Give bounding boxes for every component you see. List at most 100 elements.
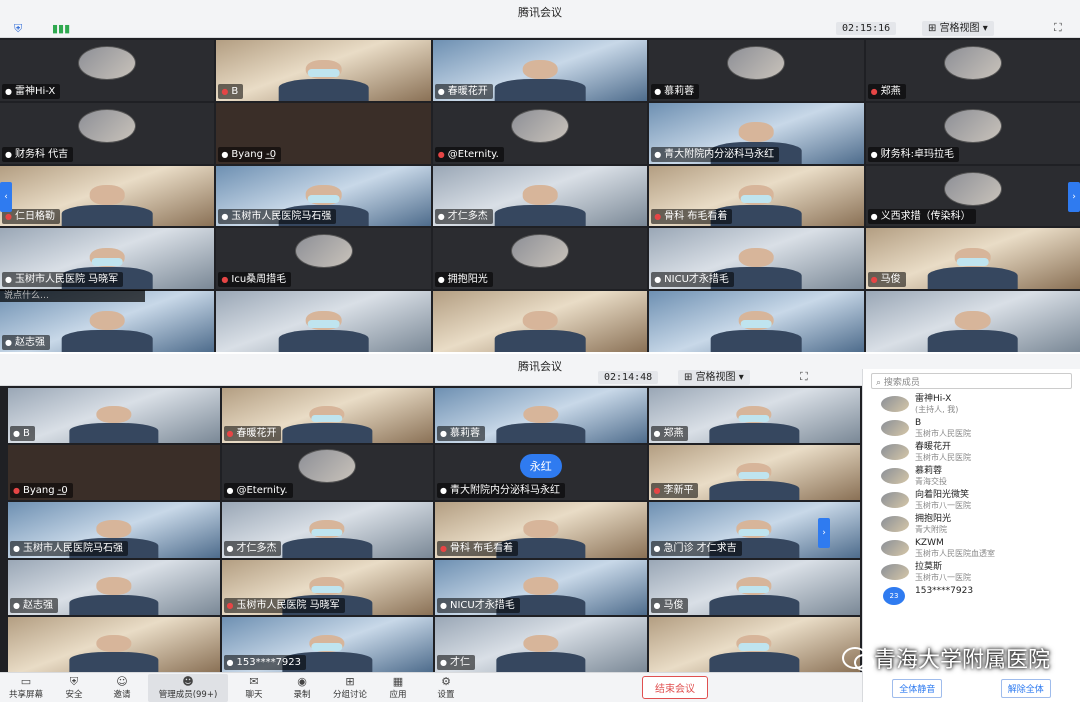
participant-tile[interactable]	[8, 616, 220, 672]
toolbar-button[interactable]: ✉ 聊天	[232, 674, 276, 702]
shield-icon[interactable]: ⛨	[14, 22, 22, 36]
participant-tile[interactable]: ● NICU才永措毛	[649, 228, 864, 290]
member-list-item[interactable]: 23 153****7923	[863, 585, 1080, 609]
member-name: 拥抱阳光	[915, 514, 952, 524]
participant-video	[492, 632, 589, 672]
member-search-input[interactable]: ⌕ 搜索成员	[871, 373, 1072, 389]
participant-tile[interactable]: ● @Eternity.	[432, 102, 648, 164]
participant-tile[interactable]: ● 马俊	[865, 228, 1080, 290]
participant-tile[interactable]: 永红 ● 青大附院内分泌科马永红	[435, 445, 647, 501]
record-icon: ◉	[297, 674, 307, 688]
member-list-item[interactable]: KZWM 玉树市人民医院血透室	[863, 537, 1080, 561]
participant-name-label: ● 春暖花开	[223, 426, 282, 442]
participant-tile[interactable]	[432, 291, 648, 352]
fullscreen-icon[interactable]: ⛶	[1054, 21, 1062, 35]
toolbar-button[interactable]: ☻ 管理成员(99+)	[148, 673, 228, 702]
toolbar-button[interactable]: ☺ 邀请	[100, 674, 144, 702]
mic-muted-icon: ●	[437, 149, 445, 159]
participant-name: 春暖花开	[447, 85, 488, 97]
toolbar-button[interactable]: ⊞ 分组讨论	[328, 674, 372, 702]
participant-tile[interactable]: ● 153****7923	[221, 616, 433, 672]
participant-tile[interactable]: ● 李新平	[648, 445, 860, 501]
participant-tile[interactable]	[865, 291, 1080, 352]
participant-tile[interactable]: ● 玉树市人民医院 马晓军	[0, 228, 215, 290]
participant-tile[interactable]: ● 慕莉蓉	[649, 40, 864, 101]
participant-name-label: ● 李新平	[650, 483, 699, 499]
participant-tile[interactable]: ● 春暖花开	[432, 40, 648, 101]
next-page-arrow[interactable]: ›	[1068, 182, 1080, 212]
participant-tile[interactable]: ● 拥抱阳光	[432, 228, 648, 290]
member-list-item[interactable]: 雷神Hi-X (主持人, 我)	[863, 393, 1080, 417]
toolbar-button-label: 共享屏幕	[8, 689, 43, 700]
participant-tile[interactable]: ● Byang -͟0	[216, 102, 431, 164]
mic-icon: ●	[226, 658, 234, 667]
participant-name: Byang -͟0	[22, 485, 68, 497]
participant-name: 赵志强	[22, 599, 53, 611]
participant-tile[interactable]: ● 才仁	[435, 616, 647, 672]
toolbar-button[interactable]: ⚙ 设置	[424, 674, 468, 702]
member-list-item[interactable]: 拉莫斯 玉树市八一医院	[863, 561, 1080, 585]
participant-name-label: ● 玉树市人民医院马石强	[218, 209, 337, 225]
participant-tile[interactable]: ● 仁日格勒	[0, 165, 215, 227]
mic-icon: ●	[653, 600, 661, 610]
participant-tile[interactable]: ● 郑燕	[648, 388, 860, 444]
participant-name: 慕莉蓉	[664, 85, 695, 97]
participant-tile[interactable]: ● B	[8, 388, 220, 444]
gear-icon: ⚙	[441, 674, 451, 688]
participant-tile[interactable]: ● 骨科 布毛看着	[649, 165, 864, 227]
member-list-item[interactable]: B 玉树市人民医院	[863, 417, 1080, 441]
top-video-grid: ● 雷神Hi-X ● B ● 春暖花开 ● 慕莉蓉 ● 郑燕 ● 财务科 代吉 ● Byang -͟0 ● @…	[0, 40, 1080, 352]
member-list-item[interactable]: 拥抱阳光 青大附院	[863, 513, 1080, 537]
bottom-meeting-window: 腾讯会议 02:14:48 ⊞ 宫格视图 ▾ ⛶ ✉ 聊天 ●B●春暖花开●慕莉…	[0, 354, 1080, 702]
participant-tile[interactable]: ● 马俊	[648, 559, 860, 615]
participant-tile[interactable]: ● 赵志强	[8, 559, 220, 615]
participant-tile[interactable]: ● 玉树市人民医院马石强	[216, 165, 431, 227]
toolbar-button[interactable]: ◉ 录制	[280, 674, 324, 702]
participant-tile[interactable]: ● 才仁多杰	[221, 502, 433, 558]
fullscreen-icon[interactable]: ⛶	[800, 370, 808, 384]
unmute-all-button[interactable]: 解除全体	[1000, 679, 1051, 698]
participant-name: 玉树市人民医院马石强	[231, 211, 332, 223]
participant-tile[interactable]: ● 玉树市人民医院 马晓军	[221, 559, 433, 615]
participant-name: 青大附院内分泌科马永红	[664, 148, 775, 160]
member-list-item[interactable]: 慕莉蓉 青海交投	[863, 465, 1080, 489]
mic-icon: ●	[437, 275, 445, 285]
participant-tile[interactable]: ● NICU才永措毛	[435, 559, 647, 615]
participant-tile[interactable]: ● 才仁多杰	[432, 165, 648, 227]
participant-tile[interactable]	[216, 291, 431, 352]
end-meeting-button[interactable]: 结束会议	[642, 676, 708, 699]
participant-tile[interactable]: ● 青大附院内分泌科马永红	[649, 102, 864, 164]
participant-tile[interactable]: ● @Eternity.	[221, 445, 433, 501]
participant-tile[interactable]: ● 义西求措（传染科）	[865, 165, 1080, 227]
toolbar-button[interactable]: ▦ 应用	[376, 674, 420, 702]
participant-tile[interactable]: ● B	[216, 40, 431, 101]
mic-icon: ●	[440, 600, 447, 610]
participant-tile[interactable]	[649, 291, 864, 352]
participant-tile[interactable]: ● 财务科:卓玛拉毛	[865, 102, 1080, 164]
participant-tile[interactable]: ● Byang -͟0	[8, 445, 220, 501]
member-actions: 全体静音 解除全体	[863, 679, 1080, 698]
member-list-item[interactable]: 春暖花开 玉树市人民医院	[863, 441, 1080, 465]
mic-icon: ●	[221, 149, 229, 159]
toolbar-button[interactable]: ⛨ 安全	[52, 674, 96, 702]
participant-tile[interactable]: ● 郑燕	[865, 40, 1080, 101]
participant-video	[706, 461, 803, 501]
bottom-view-mode-button[interactable]: ⊞ 宫格视图 ▾	[678, 370, 750, 385]
member-list-item[interactable]: 向着阳光微笑 玉树市八一医院	[863, 489, 1080, 513]
participant-tile[interactable]: ● 财务科 代吉	[0, 102, 215, 164]
participant-tile[interactable]: ● 骨科 布毛看着	[435, 502, 647, 558]
next-page-arrow[interactable]: ›	[818, 518, 830, 548]
participant-tile[interactable]: ● 慕莉蓉	[435, 388, 647, 444]
participant-tile[interactable]: ● 雷神Hi-X	[0, 40, 215, 101]
chat-input[interactable]: 说点什么…	[0, 290, 145, 302]
participant-tile[interactable]	[648, 616, 860, 672]
top-view-mode-button[interactable]: ⊞ 宫格视图 ▾	[922, 21, 994, 36]
participant-tile[interactable]: ● 春暖花开	[221, 388, 433, 444]
participant-tile[interactable]: ● Icu桑周措毛	[216, 228, 431, 290]
prev-page-arrow[interactable]: ‹	[0, 182, 12, 212]
participant-tile[interactable]: ● 玉树市人民医院马石强	[8, 502, 220, 558]
toolbar-button[interactable]: ▭ 共享屏幕	[4, 674, 48, 702]
mute-all-button[interactable]: 全体静音	[892, 679, 943, 698]
participant-name: 慕莉蓉	[449, 428, 480, 440]
participant-name-label: ● 雷神Hi-X	[2, 83, 61, 99]
